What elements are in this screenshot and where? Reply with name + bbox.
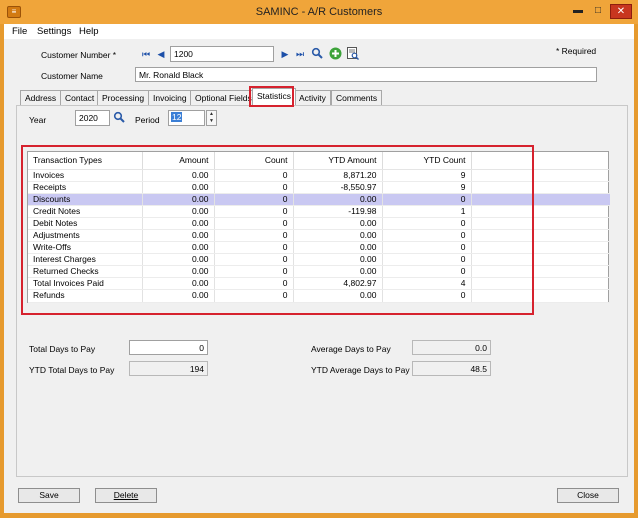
tab-activity[interactable]: Activity <box>294 90 331 105</box>
first-record-icon[interactable]: ⏮ <box>140 48 152 60</box>
tab-address[interactable]: Address <box>20 90 62 105</box>
customer-number-label: Customer Number * <box>41 50 117 60</box>
finder-icon[interactable] <box>311 47 323 59</box>
tab-processing[interactable]: Processing <box>97 90 150 105</box>
tab-contact[interactable]: Contact <box>60 90 100 105</box>
new-record-icon[interactable] <box>329 47 342 60</box>
statistics-highlight-box <box>21 145 534 315</box>
maximize-button[interactable]: □ <box>589 4 607 19</box>
customer-name-label: Customer Name <box>41 71 103 81</box>
customer-name-input[interactable]: Mr. Ronald Black <box>135 67 597 82</box>
last-record-icon[interactable]: ⏭ <box>294 48 306 60</box>
ytd-total-days-value: 194 <box>129 361 208 376</box>
tab-optional-fields[interactable]: Optional Fields <box>190 90 257 105</box>
menu-bar: File Settings Help <box>4 24 634 39</box>
year-finder-icon[interactable] <box>113 111 125 123</box>
average-days-value: 0.0 <box>412 340 491 355</box>
customer-number-input[interactable]: 1200 <box>170 46 274 62</box>
period-spinner[interactable]: ▲ ▼ <box>206 110 217 126</box>
average-days-label: Average Days to Pay <box>311 344 391 354</box>
next-record-icon[interactable]: ▶ <box>279 48 291 60</box>
save-button[interactable]: Save <box>18 488 80 503</box>
ytd-average-days-value: 48.5 <box>412 361 491 376</box>
total-days-label: Total Days to Pay <box>29 344 96 354</box>
previous-record-icon[interactable]: ◀ <box>155 48 167 60</box>
zoom-icon[interactable] <box>347 47 359 60</box>
year-input[interactable]: 2020 <box>75 110 110 126</box>
ytd-total-days-label: YTD Total Days to Pay <box>29 365 115 375</box>
menu-settings[interactable]: Settings <box>37 26 71 37</box>
close-button[interactable]: Close <box>557 488 619 503</box>
close-window-button[interactable]: ✕ <box>610 4 632 19</box>
period-input[interactable]: 12 <box>168 110 205 126</box>
year-label: Year <box>29 115 47 125</box>
delete-button-label: Delete <box>113 490 139 500</box>
delete-button[interactable]: Delete <box>95 488 157 503</box>
period-value: 12 <box>171 112 183 122</box>
title-bar: ≡ SAMINC - A/R Customers ▬ □ ✕ <box>0 0 638 24</box>
period-label: Period <box>135 115 160 125</box>
menu-file[interactable]: File <box>12 26 27 37</box>
required-note: * Required <box>556 46 597 56</box>
ytd-average-days-label: YTD Average Days to Pay <box>311 365 410 375</box>
spin-up-icon[interactable]: ▲ <box>207 111 216 118</box>
spin-down-icon[interactable]: ▼ <box>207 118 216 125</box>
total-days-input[interactable]: 0 <box>129 340 208 355</box>
tab-comments[interactable]: Comments <box>331 90 383 105</box>
tab-invoicing[interactable]: Invoicing <box>148 90 192 105</box>
minimize-button[interactable]: ▬ <box>569 4 587 19</box>
statistics-tab-highlight <box>249 86 294 107</box>
menu-help[interactable]: Help <box>79 26 99 37</box>
window-title: SAMINC - A/R Customers <box>255 6 383 18</box>
